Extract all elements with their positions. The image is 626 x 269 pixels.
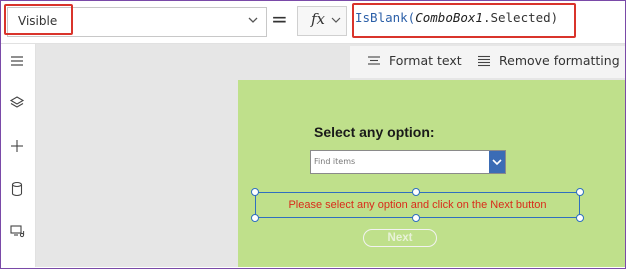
resize-handle[interactable]	[251, 214, 259, 222]
remove-formatting-button[interactable]: Remove formatting	[477, 53, 622, 71]
combobox-toggle-button[interactable]	[489, 151, 505, 173]
error-message-text: Please select any option and click on th…	[288, 199, 547, 211]
media-icon[interactable]	[8, 222, 26, 240]
resize-handle[interactable]	[576, 188, 584, 196]
format-text-icon	[368, 56, 380, 65]
format-text-label: Format text	[389, 53, 462, 68]
resize-handle[interactable]	[251, 188, 259, 196]
question-label: Select any option:	[314, 124, 435, 140]
formula-argument: ComboBox1	[415, 10, 483, 25]
combobox[interactable]: Find items	[310, 150, 506, 174]
next-button[interactable]: Next	[363, 229, 437, 247]
next-button-label: Next	[387, 232, 413, 244]
resize-handle[interactable]	[412, 188, 420, 196]
chevron-down-icon	[492, 159, 502, 166]
menu-icon[interactable]	[8, 52, 26, 70]
property-highlight-box	[4, 4, 73, 35]
remove-formatting-label: Remove formatting	[499, 53, 620, 68]
layers-icon[interactable]	[8, 94, 26, 112]
resize-handle[interactable]	[576, 214, 584, 222]
formula-function: IsBlank(	[355, 10, 416, 25]
combobox-placeholder: Find items	[314, 157, 356, 166]
database-icon[interactable]	[8, 180, 26, 198]
fx-icon: fx	[311, 10, 326, 28]
fx-button[interactable]: fx	[297, 6, 347, 36]
format-toolbar: Format text Remove formatting	[350, 46, 625, 78]
formula-text[interactable]: IsBlank(ComboBox1.Selected)	[355, 10, 558, 25]
formula-rest: .Selected)	[482, 10, 559, 25]
resize-handle[interactable]	[412, 214, 420, 222]
chevron-down-icon	[248, 17, 258, 23]
chevron-down-icon	[331, 17, 341, 23]
remove-formatting-icon	[478, 55, 490, 67]
add-icon[interactable]	[8, 137, 26, 155]
equals-sign: =	[271, 7, 288, 31]
left-rail	[1, 44, 36, 267]
format-text-button[interactable]: Format text	[367, 53, 477, 71]
